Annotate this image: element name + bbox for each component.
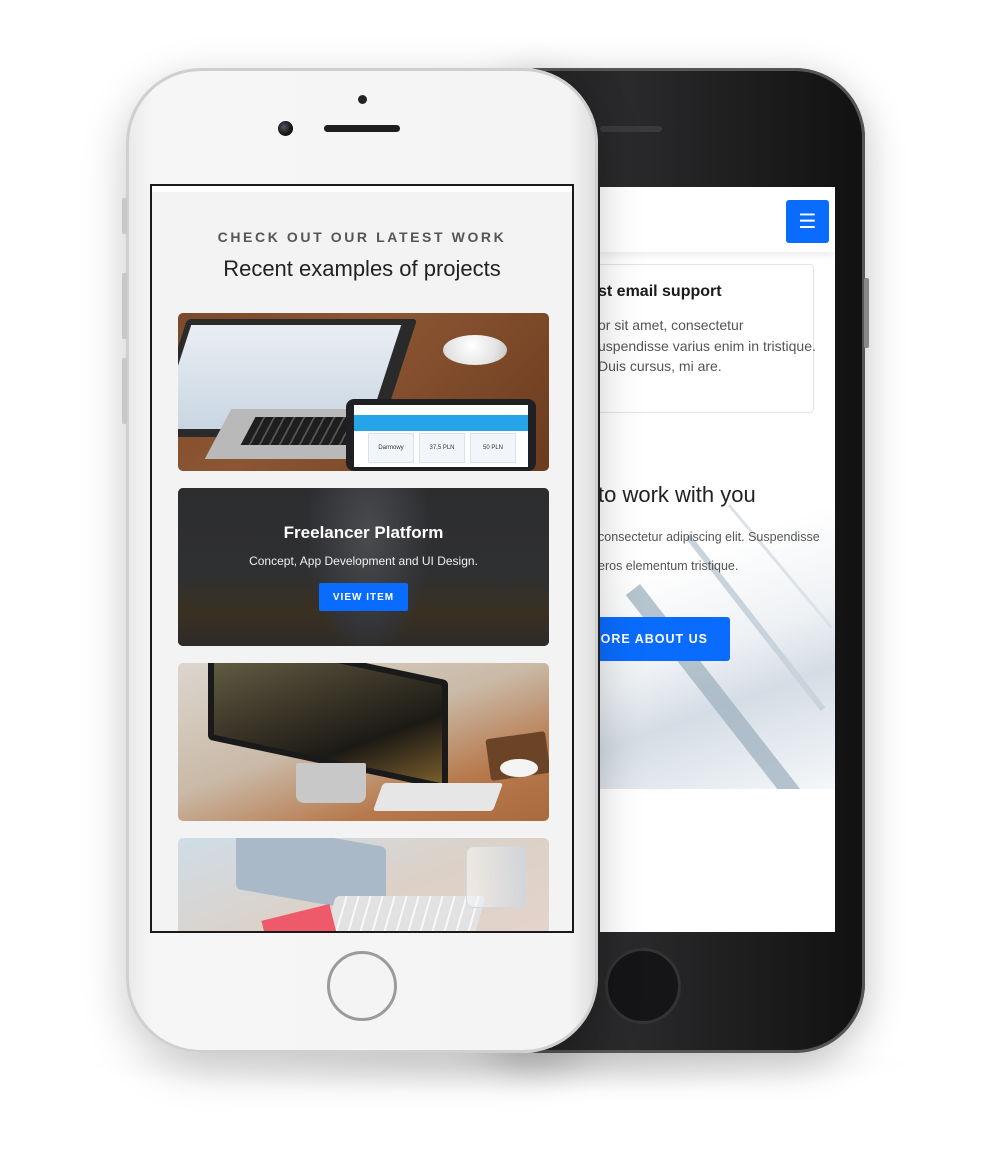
project-subtitle: Concept, App Development and UI Design.	[249, 554, 478, 568]
speaker-grille	[600, 126, 662, 132]
hero-text: consectetur adipiscing elit. Suspendisse…	[600, 530, 820, 573]
hamburger-icon: ☰	[798, 211, 817, 233]
more-about-us-button[interactable]: MORE ABOUT US	[600, 617, 730, 661]
project-card-laptop[interactable]: Darmowy 37,5 PLN 50 PLN	[178, 313, 549, 471]
price-column: 37,5 PLN	[419, 433, 465, 463]
imac-stand	[296, 763, 366, 803]
side-button	[864, 278, 869, 348]
project-card-desk[interactable]	[178, 838, 549, 931]
price-column: 50 PLN	[470, 433, 516, 463]
speaker-grille	[324, 125, 400, 132]
proximity-sensor	[358, 95, 367, 104]
front-camera-icon	[278, 121, 293, 136]
back-phone-screen: ☰ st email support or sit amet, consecte…	[600, 187, 835, 932]
keyboard-image	[320, 896, 486, 931]
tablet-header-bar	[354, 415, 528, 431]
view-item-button[interactable]: VIEW ITEM	[319, 583, 408, 611]
project-card-imac[interactable]	[178, 663, 549, 821]
volume-down-button	[122, 358, 127, 424]
hero-title: to work with you	[600, 482, 756, 507]
tablet-image: Darmowy 37,5 PLN 50 PLN	[346, 399, 536, 471]
glass-facade-image	[625, 584, 801, 789]
home-button[interactable]	[327, 951, 397, 1021]
mouse-image	[500, 759, 538, 777]
glass-image	[466, 846, 526, 908]
site-header: ☰	[600, 187, 835, 252]
menu-button[interactable]: ☰	[786, 200, 829, 243]
tablet-screen: Darmowy 37,5 PLN 50 PLN	[354, 405, 528, 467]
project-card-freelancer[interactable]: Freelancer Platform Concept, App Develop…	[178, 488, 549, 646]
project-title: Freelancer Platform	[283, 523, 444, 542]
notebook-image	[261, 903, 337, 931]
section-eyebrow: CHECK OUT OUR LATEST WORK	[217, 229, 507, 245]
price-column: Darmowy	[368, 433, 414, 463]
volume-up-button	[122, 273, 127, 339]
front-phone-screen: CHECK OUT OUR LATEST WORK Recent example…	[150, 184, 574, 933]
section-title: Recent examples of projects	[223, 256, 501, 281]
home-button[interactable]	[605, 948, 681, 1024]
mute-switch	[122, 198, 127, 234]
keyboard-image	[372, 783, 504, 811]
feature-text: or sit amet, consectetur uspendisse vari…	[600, 317, 816, 374]
top-bar	[152, 186, 572, 192]
feature-title: st email support	[600, 283, 722, 300]
mouse-image	[443, 335, 507, 365]
